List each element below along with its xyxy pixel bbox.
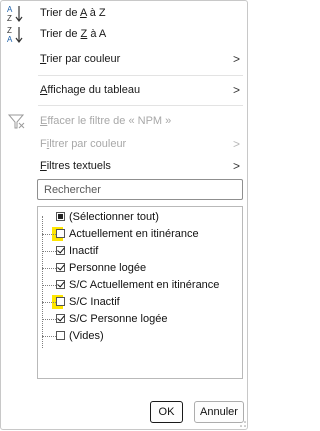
filter-value-list[interactable]: (Sélectionner tout) Actuellement en itin… [37, 206, 243, 379]
list-item[interactable]: S/C Inactif [38, 295, 242, 309]
sort-za-prefix: Trier de [40, 28, 81, 40]
text-filters-item[interactable]: Filtres textuels > [1, 156, 247, 178]
text-filters-rest: iltres textuels [46, 160, 111, 172]
sort-az-suffix: à Z [86, 7, 106, 19]
list-item-label: (Vides) [69, 330, 104, 342]
list-item-label: S/C Inactif [69, 296, 120, 308]
sort-az-key: A [79, 7, 87, 19]
checkbox-partial[interactable] [56, 212, 65, 221]
sort-za-suffix: à A [87, 28, 107, 40]
chevron-right-icon: > [233, 52, 241, 66]
list-item[interactable]: S/C Actuellement en itinérance [38, 279, 242, 292]
chevron-right-icon: > [233, 137, 241, 151]
list-item-label: Personne logée [69, 262, 147, 274]
tree-connector [42, 319, 56, 320]
checkbox-unchecked[interactable] [56, 331, 65, 340]
checkbox-checked[interactable] [56, 314, 65, 323]
tree-connector [42, 336, 56, 337]
table-view-item[interactable]: Affichage du tableau > [1, 80, 247, 102]
resize-grip-icon[interactable] [239, 419, 247, 427]
clear-filter-icon [7, 112, 29, 132]
sort-a-to-z-item[interactable]: A Z Trier de A à Z [1, 3, 247, 25]
tree-connector [42, 302, 56, 303]
checkbox-checked[interactable] [56, 280, 65, 289]
ok-button[interactable]: OK [150, 401, 183, 423]
checkbox-checked[interactable] [56, 246, 65, 255]
view-rest: ffichage du tableau [47, 84, 141, 96]
chevron-right-icon: > [233, 83, 241, 97]
cancel-button[interactable]: Annuler [194, 401, 244, 423]
checkbox-unchecked[interactable] [56, 297, 65, 306]
list-item[interactable]: Personne logée [38, 262, 242, 275]
tree-connector [42, 268, 56, 269]
list-item-label: (Sélectionner tout) [69, 211, 159, 223]
list-item[interactable]: S/C Personne logée [38, 313, 242, 326]
filter-by-color-item[interactable]: Filtrer par couleur > [1, 134, 247, 156]
separator [38, 105, 243, 106]
sort-descending-icon: Z A [7, 25, 29, 45]
list-item-select-all[interactable]: (Sélectionner tout) [38, 211, 242, 224]
tree-connector [42, 234, 56, 235]
svg-text:A: A [7, 5, 13, 14]
list-item-label: S/C Actuellement en itinérance [69, 279, 220, 291]
search-placeholder: Rechercher [44, 184, 101, 196]
tree-connector [42, 251, 56, 252]
list-item-label: Actuellement en itinérance [69, 228, 199, 240]
svg-text:Z: Z [7, 26, 12, 35]
svg-text:Z: Z [7, 14, 12, 23]
sort-by-color-item[interactable]: Trier par couleur > [1, 49, 247, 71]
filter-dropdown-panel: A Z Trier de A à Z Z A Trier de Z à A Tr… [0, 0, 248, 430]
sort-ascending-icon: A Z [7, 4, 29, 24]
checkbox-checked[interactable] [56, 263, 65, 272]
separator [38, 75, 243, 76]
filter-color-rest: ltrer par couleur [49, 138, 127, 150]
clear-filter-rest: ffacer le filtre de « NPM » [47, 115, 172, 127]
list-item[interactable]: Inactif [38, 245, 242, 258]
sort-z-to-a-item[interactable]: Z A Trier de Z à A [1, 24, 247, 46]
sort-az-prefix: Trier de [40, 7, 80, 19]
sort-color-rest: rier par couleur [46, 53, 121, 65]
svg-text:A: A [7, 35, 13, 44]
list-item[interactable]: Actuellement en itinérance [38, 227, 242, 241]
text-filters-key: F [40, 160, 47, 172]
checkbox-unchecked[interactable] [56, 229, 65, 238]
tree-connector [42, 285, 56, 286]
filter-color-pre: F [40, 138, 47, 150]
list-item-label: S/C Personne logée [69, 313, 168, 325]
chevron-right-icon: > [233, 159, 241, 173]
search-input[interactable]: Rechercher [37, 179, 243, 200]
list-item[interactable]: (Vides) [38, 330, 242, 343]
list-item-label: Inactif [69, 245, 99, 257]
clear-filter-item[interactable]: Effacer le filtre de « NPM » [1, 111, 247, 133]
